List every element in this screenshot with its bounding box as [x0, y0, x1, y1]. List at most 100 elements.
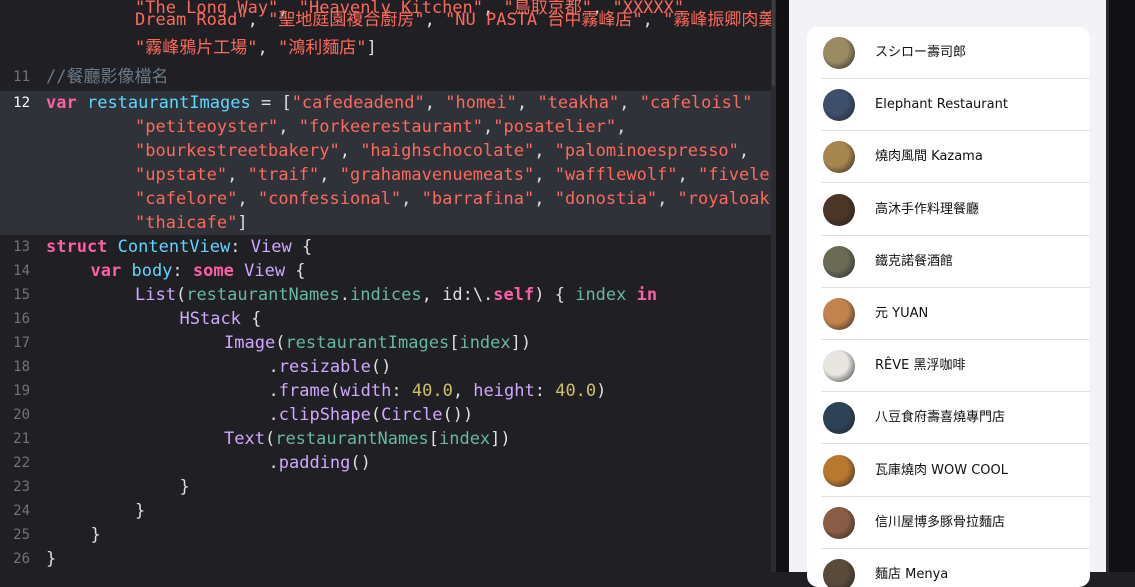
code-line[interactable]: "upstate", "traif", "grahamavenuemeats",…: [0, 163, 776, 187]
code-text: }: [91, 523, 101, 547]
code-token: .: [339, 285, 350, 305]
restaurant-thumbnail: [823, 37, 855, 69]
code-token: self: [493, 285, 535, 305]
code-line[interactable]: 21 Text(restaurantNames[index]): [0, 427, 776, 451]
list-item[interactable]: スシロー壽司郎: [807, 27, 1090, 79]
list-item[interactable]: Elephant Restaurant: [807, 79, 1090, 132]
line-number: 16: [13, 311, 30, 327]
code-token: ,: [227, 165, 248, 185]
code-text: "upstate", "traif", "grahamavenuemeats",…: [135, 163, 776, 187]
line-number: 23: [13, 479, 30, 495]
code-token: View: [244, 261, 286, 281]
list-item[interactable]: 八豆食府壽喜燒專門店: [807, 392, 1090, 445]
line-number: 14: [13, 263, 30, 279]
code-line[interactable]: "bourkestreetbakery", "haighschocolate",…: [0, 139, 776, 163]
code-token: "霧峰鴉片工場": [135, 38, 258, 58]
restaurant-name: 八豆食府壽喜燒專門店: [875, 410, 1006, 426]
code-line[interactable]: 15 List(restaurantNames.indices, id:\.sel…: [0, 283, 776, 307]
code-line[interactable]: 12 var restaurantImages = ["cafedeadend",…: [0, 91, 776, 115]
code-token: resizable: [278, 357, 371, 377]
line-number: 18: [13, 359, 30, 375]
code-token: index: [438, 429, 491, 449]
restaurant-list[interactable]: スシロー壽司郎 Elephant Restaurant 燒肉風間 Kazama 高沐…: [807, 27, 1090, 587]
code-line[interactable]: "cafelore", "confessional", "barrafina",…: [0, 187, 776, 211]
code-line[interactable]: 19 .frame(width: 40.0, height: 40.0): [0, 379, 776, 403]
code-text: HStack {: [180, 307, 262, 331]
line-number: 24: [13, 503, 30, 519]
list-item[interactable]: RÊVE 黑浮咖啡: [807, 340, 1090, 393]
code-line[interactable]: 14 var body: some View {: [0, 259, 776, 283]
restaurant-name: 元 YUAN: [875, 306, 929, 321]
list-item[interactable]: 燒肉風間 Kazama: [807, 131, 1090, 184]
list-item[interactable]: 高沐手作料理餐廳: [807, 184, 1090, 236]
code-line[interactable]: 18 .resizable(): [0, 355, 776, 379]
code-token: "homei": [445, 93, 517, 113]
code-line[interactable]: "petiteoyster", "forkeerestaurant","posa…: [0, 115, 776, 139]
code-line[interactable]: 26}: [0, 547, 776, 571]
device-frame-edge: [1106, 0, 1109, 572]
code-token: }: [90, 525, 101, 545]
restaurant-thumbnail: [823, 350, 855, 383]
code-editor[interactable]: "The Long Way", "Heavenly Kitchen", "鳥取京…: [0, 0, 776, 572]
code-text: }: [135, 499, 145, 523]
code-token: ,: [237, 189, 258, 209]
code-line[interactable]: 13 struct ContentView: View {: [0, 235, 776, 259]
code-token: "teakha": [537, 93, 620, 113]
code-token: :: [172, 261, 193, 281]
line-number: 13: [13, 239, 30, 255]
list-item[interactable]: 瓦庫燒肉 WOW COOL: [807, 445, 1090, 497]
code-token: ]: [366, 38, 377, 58]
code-token: ,: [339, 141, 361, 161]
list-item[interactable]: 麵店 Menya: [807, 549, 1090, 587]
list-item[interactable]: 元 YUAN: [807, 288, 1090, 340]
code-line[interactable]: 24}: [0, 499, 776, 523]
code-line[interactable]: 25}: [0, 523, 776, 547]
code-token: "petiteoyster": [135, 117, 279, 137]
code-token: "palominoespresso": [554, 141, 739, 161]
code-line[interactable]: "thaicafe"]: [0, 211, 776, 235]
code-token: ,: [424, 93, 446, 113]
code-line[interactable]: 17 Image(restaurantImages[index]): [0, 331, 776, 355]
code-token: "barrafina": [421, 189, 535, 209]
code-token: "霧峰振卿肉羹": [663, 10, 776, 30]
restaurant-thumbnail: [823, 89, 855, 122]
line-number: 21: [13, 431, 30, 447]
code-token: ,: [401, 189, 422, 209]
list-item[interactable]: 信川屋博多豚骨拉麵店: [807, 497, 1090, 549]
code-token: some: [192, 261, 234, 281]
code-token: ,: [657, 189, 678, 209]
restaurant-thumbnail: [823, 193, 855, 226]
code-text: var restaurantImages = ["cafedeadend", "…: [46, 91, 752, 115]
code-line[interactable]: Dream Road", "聖地庭園複合廚房", "NU PASTA 台中霧峰店…: [0, 8, 776, 32]
line-number: 11: [13, 69, 30, 85]
restaurant-name: スシロー壽司郎: [875, 45, 967, 60]
code-text: "petiteoyster", "forkeerestaurant","posa…: [135, 115, 626, 139]
code-token: :: [230, 237, 251, 257]
code-token: ,: [424, 10, 446, 30]
code-text: "bourkestreetbakery", "haighschocolate",…: [135, 139, 749, 163]
code-line[interactable]: "霧峰鴉片工場", "鴻利麵店"]: [0, 36, 776, 60]
code-line[interactable]: 16 HStack {: [0, 307, 776, 331]
code-token: ,: [616, 117, 627, 137]
editor-scrollbar[interactable]: [772, 0, 775, 86]
code-token: in: [636, 285, 658, 305]
code-token: {: [291, 237, 313, 257]
list-item[interactable]: 鐵克諾餐酒館: [807, 236, 1090, 288]
code-line[interactable]: 11 //餐廳影像檔名: [0, 65, 776, 89]
code-token: struct: [46, 237, 108, 257]
code-line[interactable]: 23}: [0, 475, 776, 499]
code-text: "霧峰鴉片工場", "鴻利麵店"]: [135, 36, 377, 60]
code-text: }: [180, 475, 190, 499]
line-number: 15: [13, 287, 30, 303]
restaurant-name: Elephant Restaurant: [875, 97, 1008, 113]
code-line[interactable]: 22 .padding(): [0, 451, 776, 475]
code-token: body: [131, 261, 173, 281]
code-line[interactable]: 20 .clipShape(Circle()): [0, 403, 776, 427]
code-token: //餐廳影像檔名: [46, 67, 169, 87]
code-token: List: [135, 285, 176, 305]
code-token: "thaicafe": [135, 213, 238, 233]
code-token: .: [268, 453, 279, 473]
restaurant-thumbnail: [823, 402, 855, 435]
restaurant-name: 燒肉風間 Kazama: [875, 149, 983, 165]
